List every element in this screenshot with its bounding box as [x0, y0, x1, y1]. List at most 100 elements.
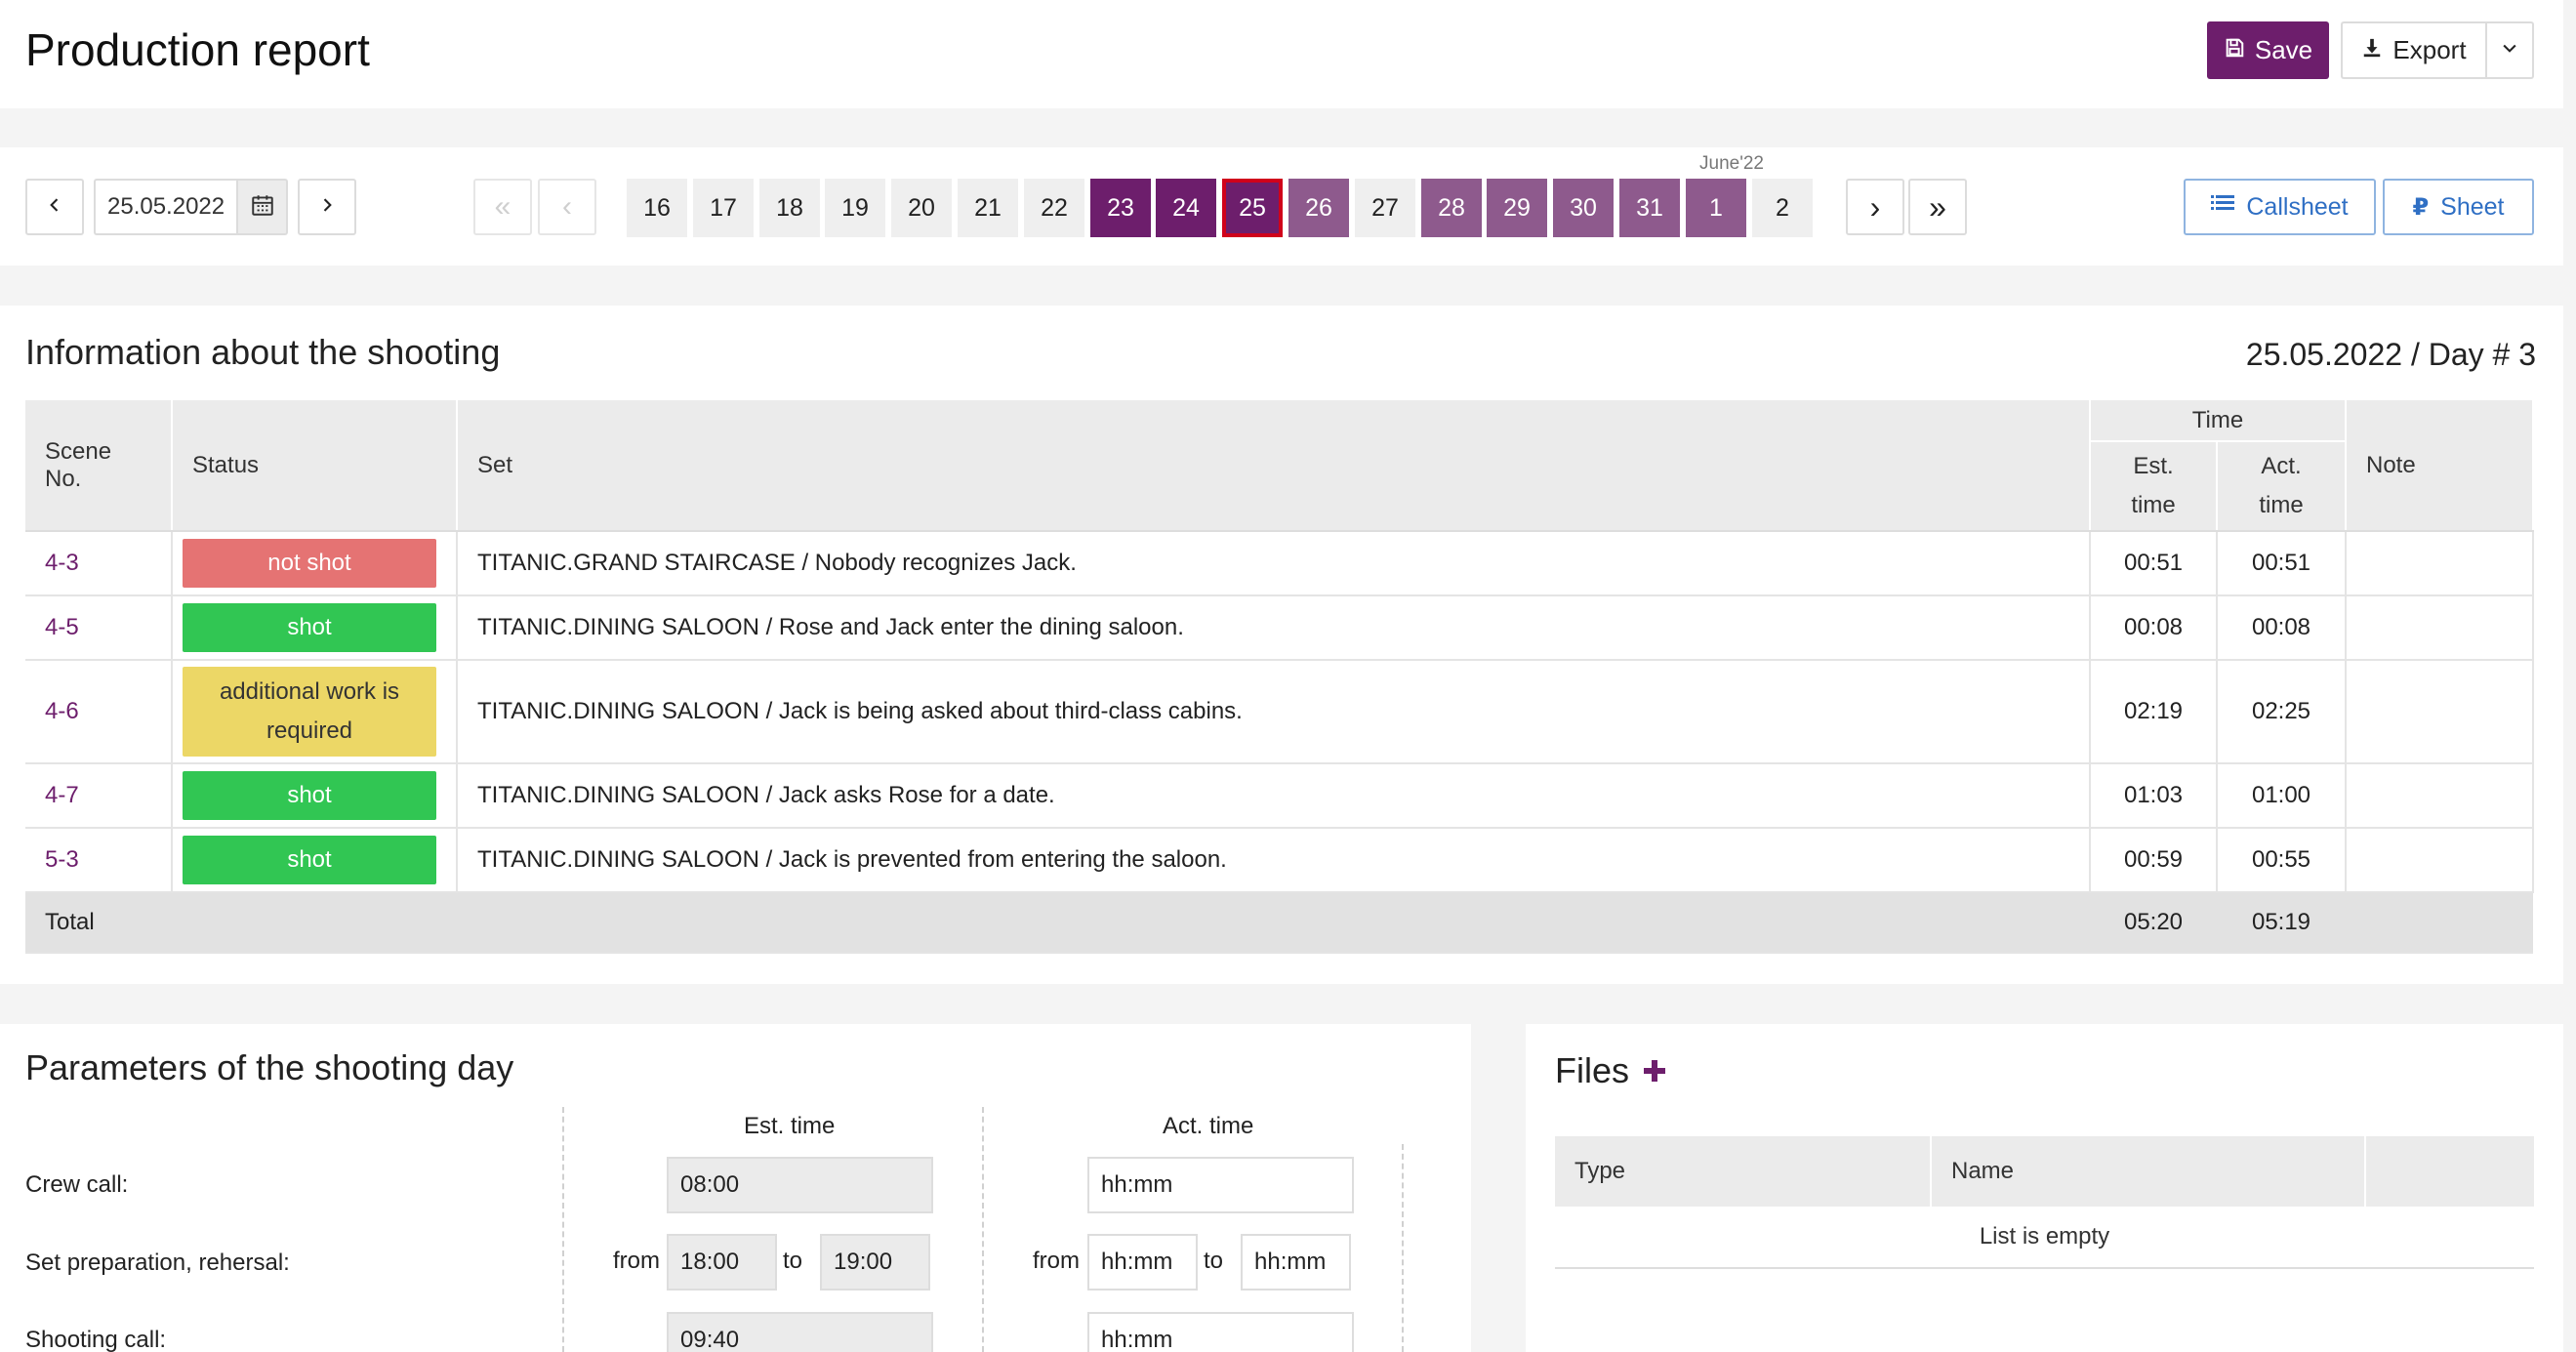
save-button[interactable]: Save — [2207, 21, 2329, 79]
shooting-call-label: Shooting call: — [25, 1327, 167, 1352]
total-act-time: 05:19 — [2217, 892, 2346, 954]
est-time-cell: 00:08 — [2090, 595, 2218, 661]
double-chevron-right-icon: » — [1929, 188, 1946, 225]
first-page-button[interactable]: « — [473, 179, 532, 235]
set-cell: TITANIC.DINING SALOON / Jack is prevente… — [457, 828, 2091, 893]
status-badge[interactable]: shot — [183, 771, 436, 820]
scenes-table: Scene No. Status Set Time Note Est. time… — [25, 400, 2534, 954]
act-time-cell: 00:08 — [2217, 595, 2347, 661]
chevron-right-icon — [317, 195, 337, 220]
status-cell: not shot — [172, 531, 458, 596]
day-24-button[interactable]: 24 — [1156, 179, 1216, 237]
set-prep-act-to-input[interactable]: hh:mm — [1241, 1234, 1351, 1291]
status-cell: shot — [172, 595, 458, 661]
callsheet-button[interactable]: Callsheet — [2184, 179, 2376, 235]
month-label: June'22 — [1699, 153, 1764, 174]
files-empty-message: List is empty — [1555, 1207, 2534, 1269]
files-title: Files — [1555, 1050, 1630, 1090]
day-26-button[interactable]: 26 — [1288, 179, 1349, 237]
scene-link[interactable]: 4-5 — [45, 614, 79, 640]
to-label: to — [783, 1248, 803, 1274]
export-button[interactable]: Export — [2341, 21, 2485, 79]
crew-call-est-field: 08:00 — [667, 1157, 933, 1213]
divider — [1930, 1136, 1932, 1207]
table-row: 4-5 shot TITANIC.DINING SALOON / Rose and … — [25, 595, 2534, 661]
day-20-button[interactable]: 20 — [891, 179, 952, 237]
last-page-button[interactable]: » — [1908, 179, 1967, 235]
act-time-heading: Act. time — [1163, 1113, 1254, 1139]
page-header: Production report Save Export — [0, 0, 2563, 108]
to-label: to — [1204, 1248, 1224, 1274]
day-28-button[interactable]: 28 — [1421, 179, 1482, 237]
page-title: Production report — [25, 24, 370, 75]
save-label: Save — [2254, 35, 2313, 64]
total-label: Total — [25, 892, 2090, 954]
day-22-button[interactable]: 22 — [1024, 179, 1084, 237]
prev-page-button[interactable]: ‹ — [538, 179, 596, 235]
status-cell: shot — [172, 763, 458, 829]
col-act-time-line2: time — [2259, 492, 2304, 518]
sheet-button[interactable]: ₽ Sheet — [2383, 179, 2534, 235]
status-badge[interactable]: shot — [183, 603, 436, 652]
divider — [1402, 1144, 1404, 1352]
day-17-button[interactable]: 17 — [693, 179, 754, 237]
day-19-button[interactable]: 19 — [825, 179, 885, 237]
col-act-time-line1: Act. — [2261, 453, 2302, 479]
col-time: Time — [2090, 400, 2347, 442]
divider — [562, 1107, 564, 1352]
files-table-header: Type Name — [1555, 1136, 2534, 1207]
col-set: Set — [457, 400, 2091, 532]
col-est-time-line2: time — [2131, 492, 2176, 518]
est-time-cell: 00:59 — [2090, 828, 2218, 893]
note-cell[interactable] — [2346, 763, 2534, 829]
day-1-button[interactable]: 1 — [1686, 179, 1746, 237]
table-row: 4-3 not shot TITANIC.GRAND STAIRCASE / Nob… — [25, 531, 2534, 596]
status-badge[interactable]: additional work is required — [183, 667, 436, 757]
set-prep-act-from-input[interactable]: hh:mm — [1087, 1234, 1198, 1291]
divider — [982, 1107, 984, 1352]
day-29-button[interactable]: 29 — [1487, 179, 1547, 237]
export-dropdown-toggle[interactable] — [2485, 21, 2534, 79]
next-page-button[interactable]: › — [1846, 179, 1904, 235]
download-icon — [2361, 35, 2383, 65]
set-cell: TITANIC.DINING SALOON / Jack asks Rose f… — [457, 763, 2091, 829]
crew-call-act-input[interactable]: hh:mm — [1087, 1157, 1354, 1213]
day-18-button[interactable]: 18 — [759, 179, 820, 237]
act-time-cell: 02:25 — [2217, 660, 2347, 764]
next-date-button[interactable] — [298, 179, 356, 235]
note-cell[interactable] — [2346, 660, 2534, 764]
day-30-button[interactable]: 30 — [1553, 179, 1614, 237]
day-23-button[interactable]: 23 — [1090, 179, 1151, 237]
note-cell[interactable] — [2346, 531, 2534, 596]
day-2-button[interactable]: 2 — [1752, 179, 1813, 237]
day-21-button[interactable]: 21 — [958, 179, 1018, 237]
prev-date-button[interactable] — [25, 179, 84, 235]
status-badge[interactable]: shot — [183, 836, 436, 884]
total-row: Total 05:20 05:19 — [25, 892, 2533, 954]
set-prep-label: Set preparation, rehersal: — [25, 1250, 290, 1276]
act-time-cell: 00:55 — [2217, 828, 2347, 893]
scene-link[interactable]: 4-3 — [45, 550, 79, 576]
set-cell: TITANIC.GRAND STAIRCASE / Nobody recogni… — [457, 531, 2091, 596]
day-16-button[interactable]: 16 — [627, 179, 687, 237]
day-25-button[interactable]: 25 — [1222, 179, 1283, 237]
ruble-icon: ₽ — [2412, 193, 2430, 221]
note-cell[interactable] — [2346, 595, 2534, 661]
note-cell[interactable] — [2346, 828, 2534, 893]
calendar-button[interactable] — [236, 179, 288, 235]
date-field[interactable]: 25.05.2022 — [94, 179, 236, 235]
day-27-button[interactable]: 27 — [1355, 179, 1415, 237]
scene-link[interactable]: 5-3 — [45, 846, 79, 873]
calendar-icon — [250, 192, 275, 223]
status-badge[interactable]: not shot — [183, 539, 436, 588]
shooting-call-act-input[interactable]: hh:mm — [1087, 1312, 1354, 1352]
scene-link[interactable]: 4-6 — [45, 698, 79, 724]
divider — [2364, 1136, 2366, 1207]
add-file-icon[interactable] — [1643, 1050, 1666, 1091]
scene-link[interactable]: 4-7 — [45, 782, 79, 808]
act-time-cell: 00:51 — [2217, 531, 2347, 596]
files-col-name: Name — [1951, 1158, 2015, 1184]
shooting-call-est-field: 09:40 — [667, 1312, 933, 1352]
list-icon — [2211, 193, 2235, 222]
day-31-button[interactable]: 31 — [1619, 179, 1680, 237]
